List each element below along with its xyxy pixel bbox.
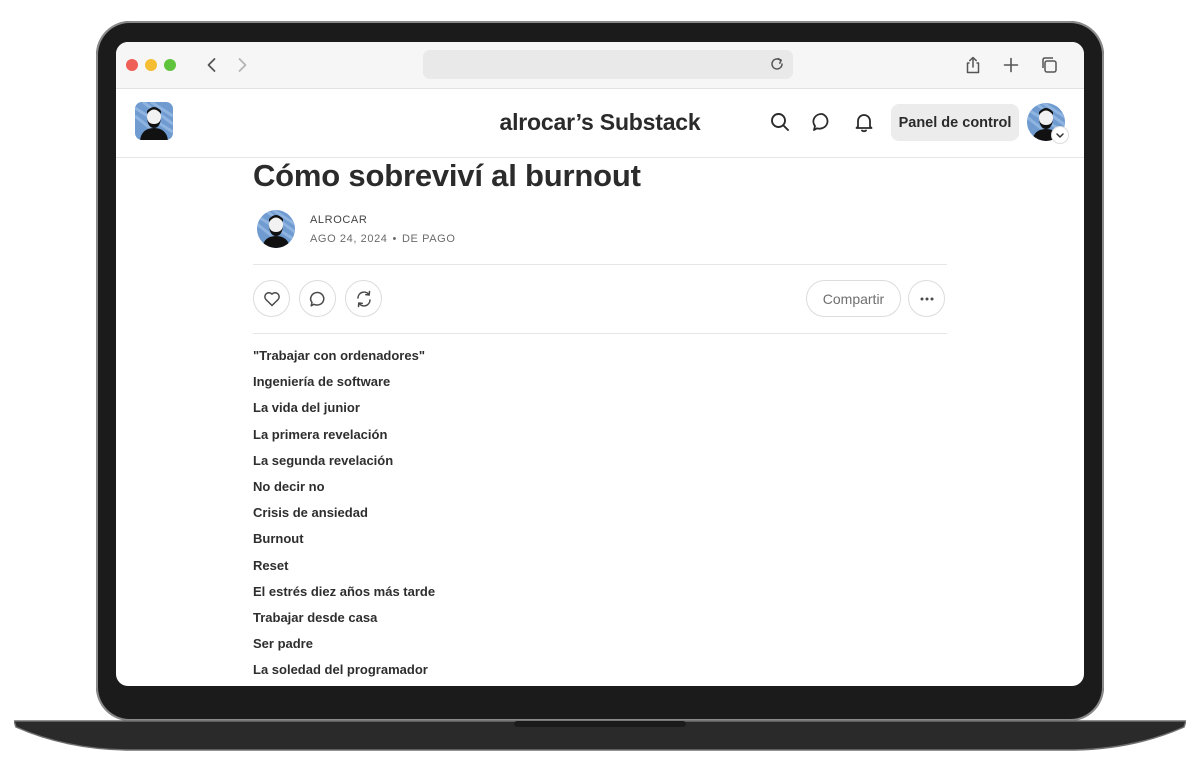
toc-link[interactable]: La vida del junior [253, 400, 360, 415]
zoom-window-button[interactable] [164, 59, 176, 71]
site-header: alrocar’s Substack Panel de control [116, 89, 1084, 158]
restack-icon [356, 290, 371, 307]
toc-link[interactable]: El estrés diez años más tarde [253, 584, 435, 599]
forward-icon[interactable] [232, 55, 252, 75]
toc-item[interactable]: Reset [253, 558, 435, 584]
reload-icon[interactable] [769, 56, 785, 72]
toc-item[interactable]: Crisis de ansiedad [253, 505, 435, 531]
toc-link[interactable]: Ingeniería de software [253, 374, 390, 389]
new-tab-icon[interactable] [1001, 55, 1021, 75]
chat-icon[interactable] [811, 111, 833, 133]
toc-item[interactable]: La soledad del programador [253, 662, 435, 686]
like-button[interactable] [253, 280, 290, 317]
article-title: Cómo sobreviví al burnout [253, 158, 641, 193]
toc-link[interactable]: Crisis de ansiedad [253, 505, 368, 520]
divider [253, 333, 947, 334]
toc-item[interactable]: Trabajar desde casa [253, 610, 435, 636]
toc-item[interactable]: La vida del junior [253, 400, 435, 426]
toc-item[interactable]: La segunda revelación [253, 453, 435, 479]
tab-overview-icon[interactable] [1039, 55, 1059, 75]
restack-button[interactable] [345, 280, 382, 317]
table-of-contents: "Trabajar con ordenadores" Ingeniería de… [253, 348, 435, 686]
toc-item[interactable]: Ingeniería de software [253, 374, 435, 400]
address-bar[interactable] [423, 50, 793, 79]
access-badge: DE PAGO [401, 233, 456, 245]
share-page-icon[interactable] [963, 55, 983, 75]
share-button[interactable]: Compartir [806, 280, 901, 317]
toc-item[interactable]: Ser padre [253, 636, 435, 662]
toc-link[interactable]: Ser padre [253, 636, 313, 651]
toc-item[interactable]: "Trabajar con ordenadores" [253, 348, 435, 374]
search-icon[interactable] [769, 111, 791, 133]
toc-link[interactable]: La primera revelación [253, 427, 387, 442]
meta-separator: • [392, 233, 397, 245]
toc-link[interactable]: No decir no [253, 479, 325, 494]
author-avatar[interactable] [257, 210, 295, 248]
toc-link[interactable]: Trabajar desde casa [253, 610, 377, 625]
toc-link[interactable]: Reset [253, 558, 288, 573]
toc-link[interactable]: Burnout [253, 531, 304, 546]
notifications-bell-icon[interactable] [853, 111, 875, 133]
toc-item[interactable]: La primera revelación [253, 427, 435, 453]
chevron-down-icon[interactable] [1052, 127, 1068, 143]
toc-link[interactable]: "Trabajar con ordenadores" [253, 348, 425, 363]
author-name[interactable]: ALROCAR [310, 214, 367, 226]
close-window-button[interactable] [126, 59, 138, 71]
toc-item[interactable]: No decir no [253, 479, 435, 505]
comment-button[interactable] [299, 280, 336, 317]
toc-link[interactable]: La segunda revelación [253, 453, 393, 468]
toc-item[interactable]: El estrés diez años más tarde [253, 584, 435, 610]
heart-icon [263, 291, 280, 306]
divider [253, 264, 947, 265]
toc-item[interactable]: Burnout [253, 531, 435, 557]
more-options-button[interactable] [908, 280, 945, 317]
comment-icon [309, 291, 324, 307]
minimize-window-button[interactable] [145, 59, 157, 71]
more-horizontal-icon [920, 297, 933, 300]
laptop-base [14, 719, 1186, 751]
back-icon[interactable] [202, 55, 222, 75]
dashboard-button[interactable]: Panel de control [891, 104, 1019, 141]
post-date: AGO 24, 2024 [310, 233, 388, 245]
toc-link[interactable]: La soledad del programador [253, 662, 428, 677]
browser-toolbar [116, 42, 1084, 89]
post-meta: AGO 24, 2024 • DE PAGO [310, 233, 456, 245]
browser-screen: alrocar’s Substack Panel de control Cómo… [116, 42, 1084, 686]
